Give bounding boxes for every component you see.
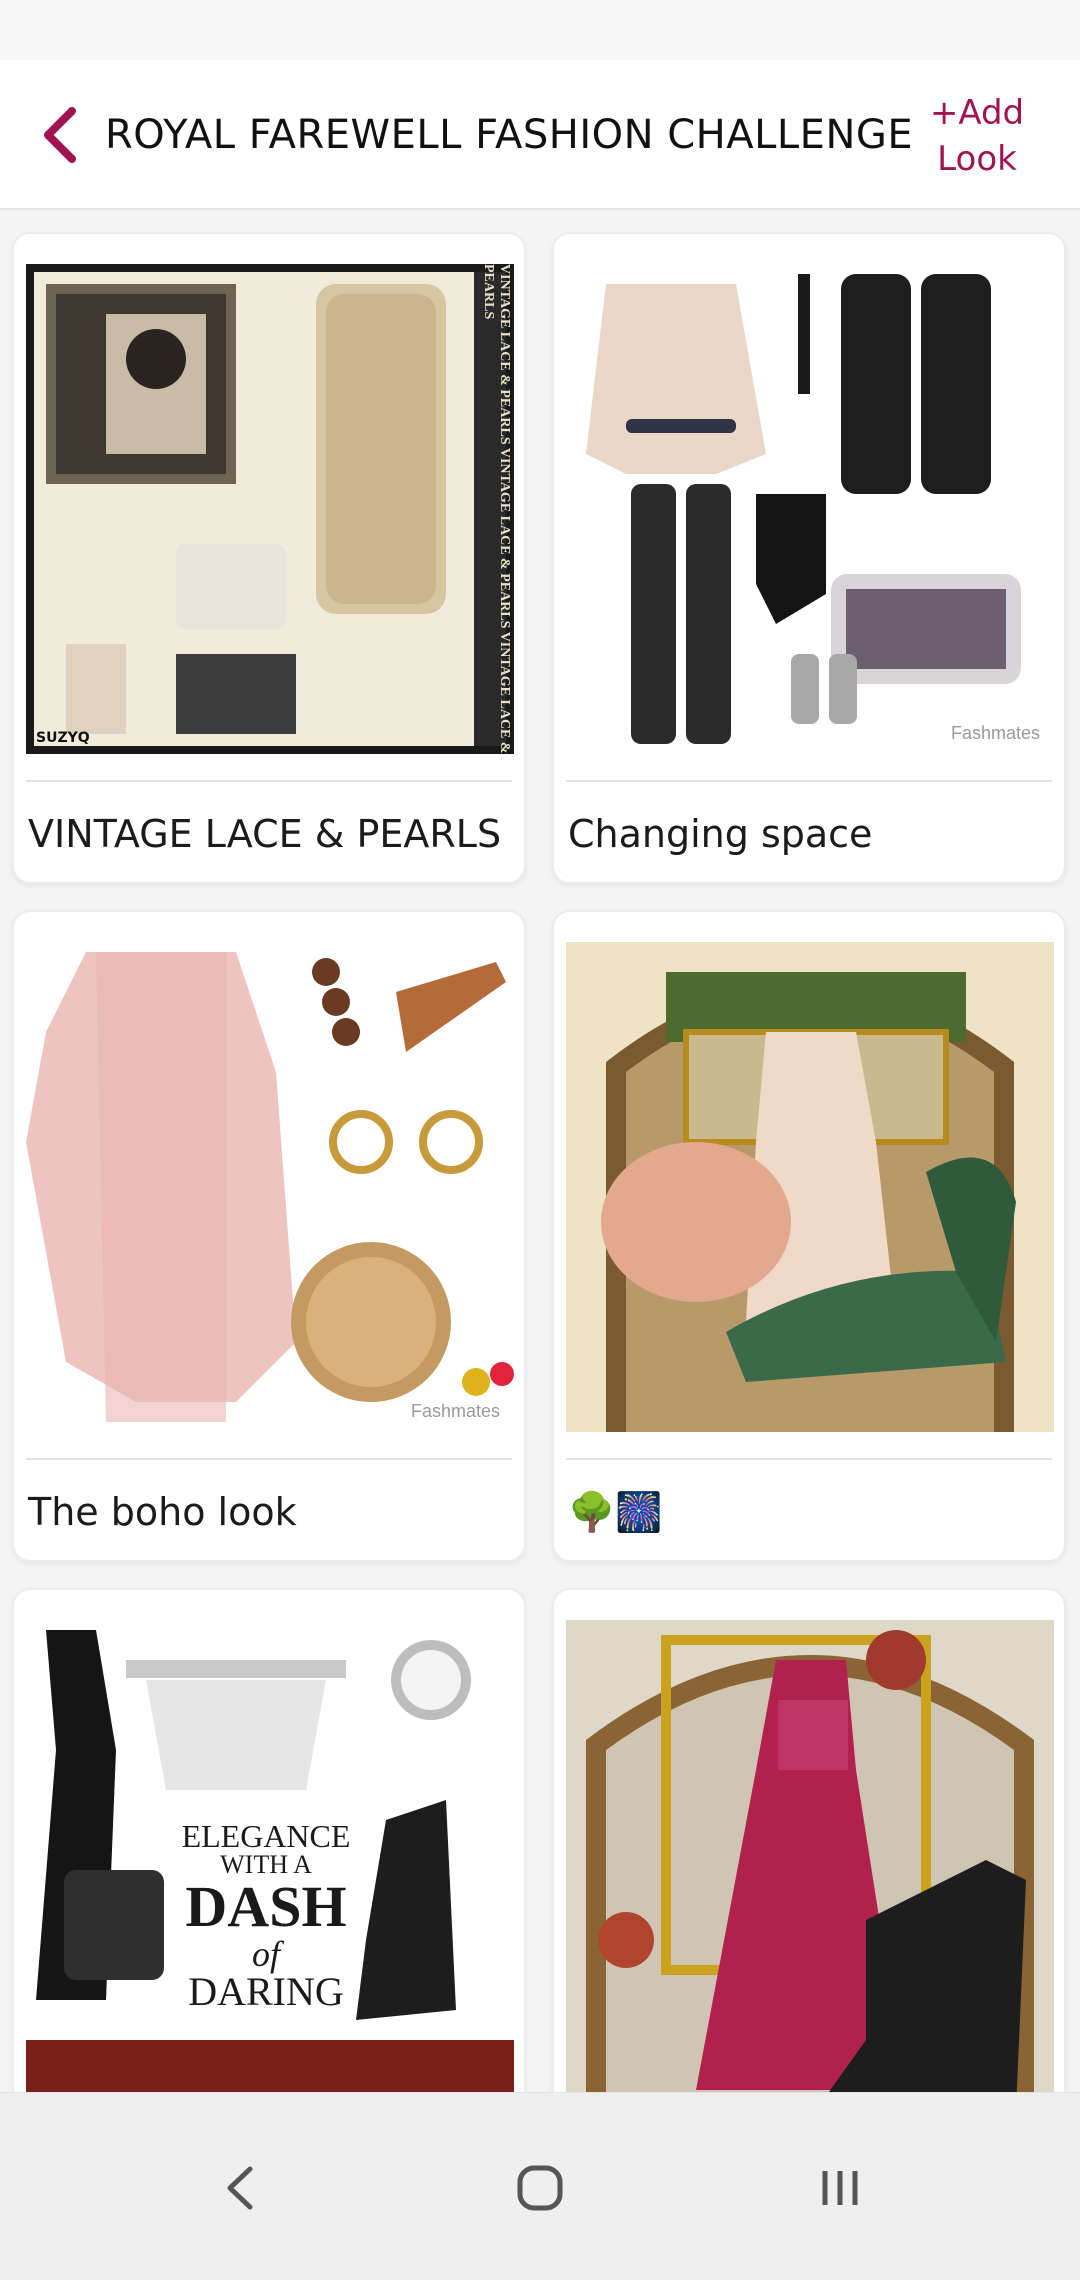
card-divider (26, 780, 512, 782)
image-text-line: DASH (185, 1874, 347, 1939)
look-card[interactable]: 🌳🎆 (552, 910, 1066, 1562)
back-button[interactable] (30, 100, 90, 170)
look-image (566, 1620, 1054, 2092)
look-image: Fashmates (26, 942, 514, 1432)
card-divider (566, 1458, 1052, 1460)
card-divider (26, 1458, 512, 1460)
look-card[interactable]: Fashmates The boho look (12, 910, 526, 1562)
chevron-left-icon (44, 107, 76, 163)
card-divider (566, 780, 1052, 782)
look-caption: Changing space (568, 812, 873, 856)
look-image-text: VINTAGE LACE & PEARLS VINTAGE LACE & PEA… (482, 264, 512, 754)
look-caption: VINTAGE LACE & PEARLS (28, 812, 502, 856)
looks-grid: VINTAGE LACE & PEARLS VINTAGE LACE & PEA… (0, 212, 1080, 2092)
page-title: ROYAL FAREWELL FASHION CHALLENGE (105, 112, 914, 158)
look-caption: The boho look (28, 1490, 297, 1534)
look-image (566, 942, 1054, 1432)
image-text-line: ELEGANCE (181, 1818, 351, 1854)
nav-recents-button[interactable] (800, 2153, 880, 2223)
look-image: ELEGANCE WITH A DASH of DARING (26, 1620, 514, 2092)
look-image-text: ELEGANCE WITH A DASH of DARING (176, 1820, 356, 2012)
look-card[interactable]: VINTAGE LACE & PEARLS VINTAGE LACE & PEA… (12, 232, 526, 884)
add-look-button[interactable]: +Add Look (922, 90, 1032, 182)
app-header: ROYAL FAREWELL FASHION CHALLENGE +Add Lo… (0, 60, 1080, 210)
system-nav-bar (0, 2092, 1080, 2280)
look-card[interactable]: ELEGANCE WITH A DASH of DARING (12, 1588, 526, 2092)
nav-home-button[interactable] (500, 2153, 580, 2223)
image-text-line: of (251, 1934, 280, 1974)
nav-back-icon (227, 2166, 253, 2210)
look-image: Fashmates (566, 264, 1054, 754)
look-card[interactable]: Fashmates Changing space (552, 232, 1066, 884)
look-image: VINTAGE LACE & PEARLS VINTAGE LACE & PEA… (26, 264, 514, 754)
artist-signature: SUZYQ (36, 730, 90, 746)
look-caption: 🌳🎆 (568, 1490, 663, 1534)
nav-home-icon (517, 2165, 563, 2211)
image-text-line: DARING (188, 1969, 344, 2014)
nav-recents-icon (822, 2171, 858, 2205)
status-bar (0, 0, 1080, 60)
fashmates-watermark: Fashmates (950, 723, 1040, 743)
nav-back-button[interactable] (200, 2153, 280, 2223)
add-look-label-line1: +Add (929, 93, 1025, 133)
look-card[interactable] (552, 1588, 1066, 2092)
fashmates-watermark: Fashmates (410, 1401, 500, 1421)
add-look-label-line2: Look (937, 139, 1017, 179)
